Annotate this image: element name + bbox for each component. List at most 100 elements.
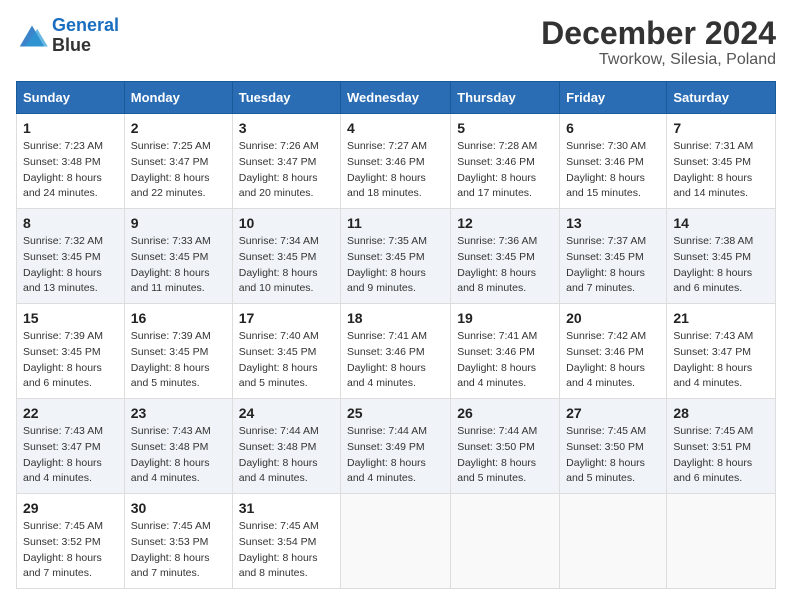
- daylight-text: Daylight: 8 hours and 5 minutes.: [131, 361, 226, 393]
- day-detail: Sunrise: 7:41 AMSunset: 3:46 PMDaylight:…: [347, 329, 444, 392]
- sunrise-text: Sunrise: 7:39 AM: [23, 329, 118, 345]
- calendar-cell: 30 Sunrise: 7:45 AMSunset: 3:53 PMDayligh…: [124, 494, 232, 589]
- sunset-text: Sunset: 3:45 PM: [239, 345, 334, 361]
- calendar-cell: 15Sunrise: 7:39 AMSunset: 3:45 PMDayligh…: [17, 304, 125, 399]
- day-number: 31: [239, 500, 334, 516]
- sunset-text: Sunset: 3:45 PM: [457, 250, 553, 266]
- day-number: 5: [457, 120, 553, 136]
- calendar-cell: 12Sunrise: 7:36 AMSunset: 3:45 PMDayligh…: [451, 209, 560, 304]
- calendar-cell: 16Sunrise: 7:39 AMSunset: 3:45 PMDayligh…: [124, 304, 232, 399]
- daylight-text: Daylight: 8 hours and 5 minutes.: [457, 456, 553, 488]
- day-number: 23: [131, 405, 226, 421]
- sunset-text: Sunset: 3:45 PM: [131, 250, 226, 266]
- calendar-cell: [451, 494, 560, 589]
- sunrise-text: Sunrise: 7:43 AM: [131, 424, 226, 440]
- day-detail: Sunrise: 7:44 AMSunset: 3:48 PMDaylight:…: [239, 424, 334, 487]
- column-header-wednesday: Wednesday: [341, 82, 451, 114]
- day-detail: Sunrise: 7:44 AMSunset: 3:49 PMDaylight:…: [347, 424, 444, 487]
- sunrise-text: Sunrise: 7:23 AM: [23, 139, 118, 155]
- sunrise-text: Sunrise: 7:31 AM: [673, 139, 769, 155]
- day-number: 13: [566, 215, 660, 231]
- calendar-cell: [341, 494, 451, 589]
- day-detail: Sunrise: 7:45 AMSunset: 3:54 PMDaylight:…: [239, 519, 334, 582]
- sunrise-text: Sunrise: 7:45 AM: [239, 519, 334, 535]
- day-detail: Sunrise: 7:39 AMSunset: 3:45 PMDaylight:…: [131, 329, 226, 392]
- day-detail: Sunrise: 7:44 AMSunset: 3:50 PMDaylight:…: [457, 424, 553, 487]
- calendar-table: SundayMondayTuesdayWednesdayThursdayFrid…: [16, 81, 776, 589]
- logo-icon: [16, 22, 48, 50]
- calendar-cell: 28Sunrise: 7:45 AMSunset: 3:51 PMDayligh…: [667, 399, 776, 494]
- day-detail: Sunrise: 7:31 AMSunset: 3:45 PMDaylight:…: [673, 139, 769, 202]
- sunset-text: Sunset: 3:52 PM: [23, 535, 118, 551]
- daylight-text: Daylight: 8 hours and 6 minutes.: [673, 266, 769, 298]
- sunrise-text: Sunrise: 7:25 AM: [131, 139, 226, 155]
- sunrise-text: Sunrise: 7:44 AM: [457, 424, 553, 440]
- day-detail: Sunrise: 7:45 AMSunset: 3:53 PMDaylight:…: [131, 519, 226, 582]
- day-number: 3: [239, 120, 334, 136]
- sunset-text: Sunset: 3:47 PM: [239, 155, 334, 171]
- daylight-text: Daylight: 8 hours and 24 minutes.: [23, 171, 118, 203]
- sunset-text: Sunset: 3:46 PM: [347, 155, 444, 171]
- calendar-cell: 8Sunrise: 7:32 AMSunset: 3:45 PMDaylight…: [17, 209, 125, 304]
- calendar-title: December 2024: [541, 16, 776, 51]
- sunrise-text: Sunrise: 7:41 AM: [457, 329, 553, 345]
- day-number: 27: [566, 405, 660, 421]
- day-number: 20: [566, 310, 660, 326]
- sunrise-text: Sunrise: 7:33 AM: [131, 234, 226, 250]
- daylight-text: Daylight: 8 hours and 4 minutes.: [23, 456, 118, 488]
- sunset-text: Sunset: 3:46 PM: [347, 345, 444, 361]
- calendar-cell: 6Sunrise: 7:30 AMSunset: 3:46 PMDaylight…: [560, 114, 667, 209]
- sunset-text: Sunset: 3:50 PM: [457, 440, 553, 456]
- daylight-text: Daylight: 8 hours and 7 minutes.: [566, 266, 660, 298]
- sunset-text: Sunset: 3:45 PM: [673, 250, 769, 266]
- daylight-text: Daylight: 8 hours and 8 minutes.: [239, 551, 334, 583]
- sunrise-text: Sunrise: 7:45 AM: [673, 424, 769, 440]
- column-header-thursday: Thursday: [451, 82, 560, 114]
- calendar-cell: 21Sunrise: 7:43 AMSunset: 3:47 PMDayligh…: [667, 304, 776, 399]
- column-header-saturday: Saturday: [667, 82, 776, 114]
- day-detail: Sunrise: 7:28 AMSunset: 3:46 PMDaylight:…: [457, 139, 553, 202]
- sunset-text: Sunset: 3:46 PM: [566, 155, 660, 171]
- sunset-text: Sunset: 3:46 PM: [457, 345, 553, 361]
- logo-text: General Blue: [52, 16, 119, 56]
- calendar-cell: 14Sunrise: 7:38 AMSunset: 3:45 PMDayligh…: [667, 209, 776, 304]
- daylight-text: Daylight: 8 hours and 10 minutes.: [239, 266, 334, 298]
- day-number: 30: [131, 500, 226, 516]
- sunrise-text: Sunrise: 7:40 AM: [239, 329, 334, 345]
- sunrise-text: Sunrise: 7:45 AM: [131, 519, 226, 535]
- calendar-cell: 11Sunrise: 7:35 AMSunset: 3:45 PMDayligh…: [341, 209, 451, 304]
- sunset-text: Sunset: 3:45 PM: [566, 250, 660, 266]
- sunset-text: Sunset: 3:47 PM: [131, 155, 226, 171]
- daylight-text: Daylight: 8 hours and 4 minutes.: [566, 361, 660, 393]
- day-number: 8: [23, 215, 118, 231]
- daylight-text: Daylight: 8 hours and 11 minutes.: [131, 266, 226, 298]
- daylight-text: Daylight: 8 hours and 6 minutes.: [673, 456, 769, 488]
- day-detail: Sunrise: 7:39 AMSunset: 3:45 PMDaylight:…: [23, 329, 118, 392]
- sunset-text: Sunset: 3:53 PM: [131, 535, 226, 551]
- daylight-text: Daylight: 8 hours and 4 minutes.: [457, 361, 553, 393]
- sunset-text: Sunset: 3:46 PM: [457, 155, 553, 171]
- sunrise-text: Sunrise: 7:26 AM: [239, 139, 334, 155]
- day-number: 25: [347, 405, 444, 421]
- day-detail: Sunrise: 7:45 AMSunset: 3:50 PMDaylight:…: [566, 424, 660, 487]
- day-detail: Sunrise: 7:26 AMSunset: 3:47 PMDaylight:…: [239, 139, 334, 202]
- page-header: General Blue December 2024 Tworkow, Sile…: [16, 16, 776, 69]
- calendar-cell: 23Sunrise: 7:43 AMSunset: 3:48 PMDayligh…: [124, 399, 232, 494]
- day-number: 28: [673, 405, 769, 421]
- sunrise-text: Sunrise: 7:41 AM: [347, 329, 444, 345]
- calendar-cell: 17Sunrise: 7:40 AMSunset: 3:45 PMDayligh…: [232, 304, 340, 399]
- sunrise-text: Sunrise: 7:27 AM: [347, 139, 444, 155]
- sunset-text: Sunset: 3:45 PM: [673, 155, 769, 171]
- sunrise-text: Sunrise: 7:43 AM: [23, 424, 118, 440]
- daylight-text: Daylight: 8 hours and 5 minutes.: [239, 361, 334, 393]
- day-detail: Sunrise: 7:34 AMSunset: 3:45 PMDaylight:…: [239, 234, 334, 297]
- daylight-text: Daylight: 8 hours and 15 minutes.: [566, 171, 660, 203]
- calendar-cell: 26Sunrise: 7:44 AMSunset: 3:50 PMDayligh…: [451, 399, 560, 494]
- sunset-text: Sunset: 3:48 PM: [239, 440, 334, 456]
- day-number: 18: [347, 310, 444, 326]
- daylight-text: Daylight: 8 hours and 6 minutes.: [23, 361, 118, 393]
- day-number: 10: [239, 215, 334, 231]
- calendar-cell: 22Sunrise: 7:43 AMSunset: 3:47 PMDayligh…: [17, 399, 125, 494]
- sunrise-text: Sunrise: 7:35 AM: [347, 234, 444, 250]
- daylight-text: Daylight: 8 hours and 4 minutes.: [131, 456, 226, 488]
